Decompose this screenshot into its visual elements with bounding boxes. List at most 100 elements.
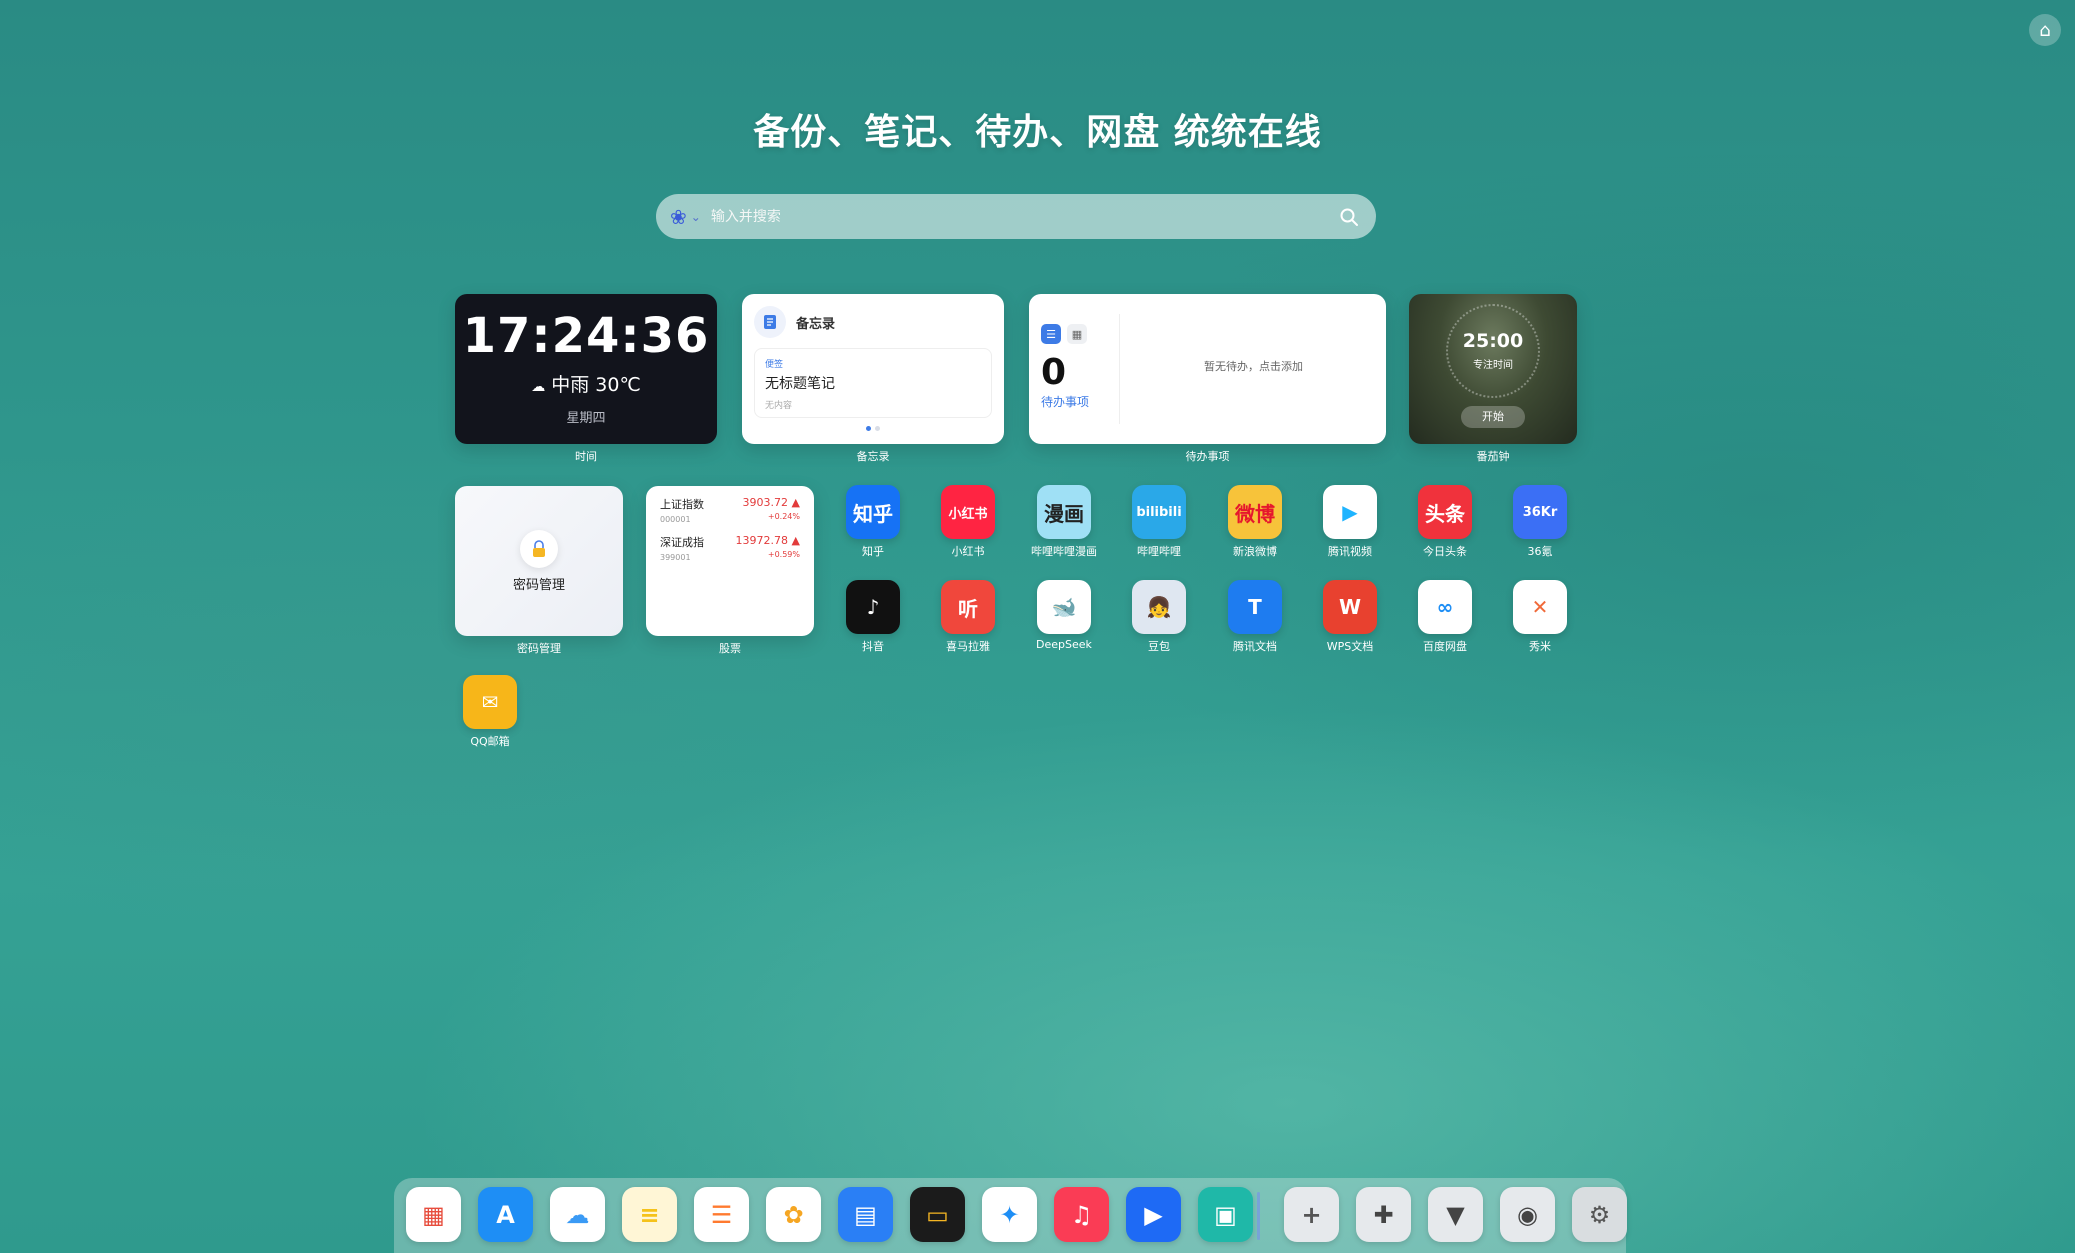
- stock-row[interactable]: 深证成指 399001 13972.78 ▲ +0.59%: [660, 534, 800, 562]
- app-label: 喜马拉雅: [946, 640, 990, 653]
- weather-label: 中雨 30℃: [551, 374, 641, 396]
- settings-icon[interactable]: ⚙: [1572, 1187, 1627, 1242]
- todo-empty-hint[interactable]: 暂无待办，点击添加: [1121, 358, 1386, 374]
- app-toutiao[interactable]: 头条 今日头条: [1410, 485, 1480, 559]
- tencent-docs-icon: T: [1228, 580, 1282, 634]
- pomodoro-caption: 番茄钟: [1476, 450, 1510, 463]
- stock-value: 3903.72 ▲: [742, 496, 800, 509]
- app-douyin[interactable]: ♪ 抖音: [838, 580, 908, 654]
- app-baidu-netdisk[interactable]: ∞ 百度网盘: [1410, 580, 1480, 654]
- app-qq-mail[interactable]: ✉ QQ邮箱: [455, 675, 525, 749]
- video-play-icon[interactable]: ▶: [1126, 1187, 1181, 1242]
- app-label: 哔哩哔哩漫画: [1031, 545, 1097, 558]
- bilibili-comics-icon: 漫画: [1037, 485, 1091, 539]
- music-icon[interactable]: ♫: [1054, 1187, 1109, 1242]
- app-label: 腾讯视频: [1328, 545, 1372, 558]
- stock-change: +0.24%: [767, 512, 800, 521]
- app-36kr[interactable]: 36Kr 36氪: [1505, 485, 1575, 559]
- app-label: 新浪微博: [1233, 545, 1277, 558]
- pomodoro-widget[interactable]: 25:00 专注时间 开始: [1409, 294, 1577, 444]
- add-icon[interactable]: +: [1284, 1187, 1339, 1242]
- app-label: WPS文档: [1326, 640, 1374, 653]
- app-wps[interactable]: W WPS文档: [1315, 580, 1385, 654]
- app-label: 百度网盘: [1423, 640, 1467, 653]
- stock-code: 000001: [660, 515, 691, 524]
- notes-icon[interactable]: ≡: [622, 1187, 677, 1242]
- todo-label: 待办事项: [1041, 395, 1090, 409]
- safari-icon[interactable]: ✦: [982, 1187, 1037, 1242]
- clock-time: 17:24:36: [462, 308, 710, 364]
- launchpad-icon[interactable]: ▦: [406, 1187, 461, 1242]
- stock-name: 上证指数: [660, 498, 704, 511]
- app-zhihu[interactable]: 知乎 知乎: [838, 485, 908, 559]
- grid-view-icon[interactable]: ▦: [1067, 324, 1087, 344]
- app-tencent-video[interactable]: ▶ 腾讯视频: [1315, 485, 1385, 559]
- app-label: 36氪: [1527, 545, 1553, 558]
- deepseek-icon: 🐋: [1037, 580, 1091, 634]
- stock-row[interactable]: 上证指数 000001 3903.72 ▲ +0.24%: [660, 496, 800, 524]
- icloud-icon[interactable]: ☁: [550, 1187, 605, 1242]
- password-caption: 密码管理: [517, 642, 561, 655]
- reminders-icon[interactable]: ☰: [694, 1187, 749, 1242]
- password-manager-widget[interactable]: 密码管理: [455, 486, 623, 636]
- memo-caption: 备忘录: [856, 450, 890, 463]
- start-button[interactable]: 开始: [1461, 406, 1525, 428]
- memo-pager[interactable]: [754, 426, 992, 431]
- douyin-icon: ♪: [846, 580, 900, 634]
- app-tencent-docs[interactable]: T 腾讯文档: [1220, 580, 1290, 654]
- todo-caption: 待办事项: [1185, 450, 1230, 463]
- app-store-icon[interactable]: A: [478, 1187, 533, 1242]
- app-deepseek[interactable]: 🐋 DeepSeek: [1029, 580, 1099, 651]
- memo-title: 备忘录: [796, 316, 836, 332]
- plugin-icon[interactable]: ✚: [1356, 1187, 1411, 1242]
- search-bar[interactable]: ❀ ⌄: [656, 194, 1376, 239]
- photos-icon[interactable]: ✿: [766, 1187, 821, 1242]
- todo-widget[interactable]: ☰ ▦ 0 待办事项 暂无待办，点击添加: [1029, 294, 1386, 444]
- app-weibo[interactable]: 微博 新浪微博: [1220, 485, 1290, 559]
- bilibili-icon: bilibili: [1132, 485, 1186, 539]
- wallet-icon[interactable]: ▭: [910, 1187, 965, 1242]
- app-label: 秀米: [1529, 640, 1551, 653]
- doubao-icon: 👧: [1132, 580, 1186, 634]
- app-bilibili[interactable]: bilibili 哔哩哔哩: [1124, 485, 1194, 559]
- memo-note-card[interactable]: 便签 无标题笔记 无内容: [754, 348, 992, 418]
- stock-widget[interactable]: 上证指数 000001 3903.72 ▲ +0.24% 深证成指 399001 13…: [646, 486, 814, 636]
- todo-count: 0: [1041, 352, 1067, 393]
- app-bilibili-comics[interactable]: 漫画 哔哩哔哩漫画: [1029, 485, 1099, 559]
- files-icon[interactable]: ▤: [838, 1187, 893, 1242]
- memo-note-title: 无标题笔记: [765, 376, 835, 392]
- memo-widget[interactable]: 备忘录 便签 无标题笔记 无内容: [742, 294, 1004, 444]
- lock-settings-icon[interactable]: ◉: [1500, 1187, 1555, 1242]
- weather-text: ☁ 中雨 30℃: [455, 370, 717, 397]
- app-xiumi[interactable]: ✕ 秀米: [1505, 580, 1575, 654]
- stock-change: +0.59%: [767, 550, 800, 559]
- app-label: 抖音: [862, 640, 884, 653]
- list-view-icon[interactable]: ☰: [1041, 324, 1061, 344]
- toutiao-icon: 头条: [1418, 485, 1472, 539]
- app-label: 哔哩哔哩: [1137, 545, 1181, 558]
- app-doubao[interactable]: 👧 豆包: [1124, 580, 1194, 654]
- app-label: 知乎: [862, 545, 884, 558]
- app-ximalaya[interactable]: 听喜马拉雅: [933, 580, 1003, 654]
- pager-dot[interactable]: [875, 426, 880, 431]
- weibo-icon: 微博: [1228, 485, 1282, 539]
- home-icon[interactable]: ⌂: [2029, 14, 2061, 46]
- app-label: 今日头条: [1423, 545, 1467, 558]
- app-label: QQ邮箱: [470, 735, 510, 748]
- memo-tag: 便签: [765, 360, 784, 370]
- wps-icon: W: [1323, 580, 1377, 634]
- pager-dot[interactable]: [866, 426, 871, 431]
- zhihu-icon: 知乎: [846, 485, 900, 539]
- app-label: 腾讯文档: [1233, 640, 1277, 653]
- mail-icon: ✉: [463, 675, 517, 729]
- app-label: 小红书: [951, 545, 985, 558]
- search-input[interactable]: [708, 207, 1336, 226]
- brush-icon[interactable]: ▼: [1428, 1187, 1483, 1242]
- search-engine-selector[interactable]: ❀ ⌄: [670, 205, 701, 229]
- memo-note-sub: 无内容: [765, 401, 793, 411]
- qr-code-icon[interactable]: ▣: [1198, 1187, 1253, 1242]
- stock-name: 深证成指: [660, 536, 704, 549]
- app-xiaohongshu[interactable]: 小红书 小红书: [933, 485, 1003, 559]
- search-icon[interactable]: [1336, 204, 1362, 230]
- clock-widget[interactable]: 17:24:36 ☁ 中雨 30℃ 星期四: [455, 294, 717, 444]
